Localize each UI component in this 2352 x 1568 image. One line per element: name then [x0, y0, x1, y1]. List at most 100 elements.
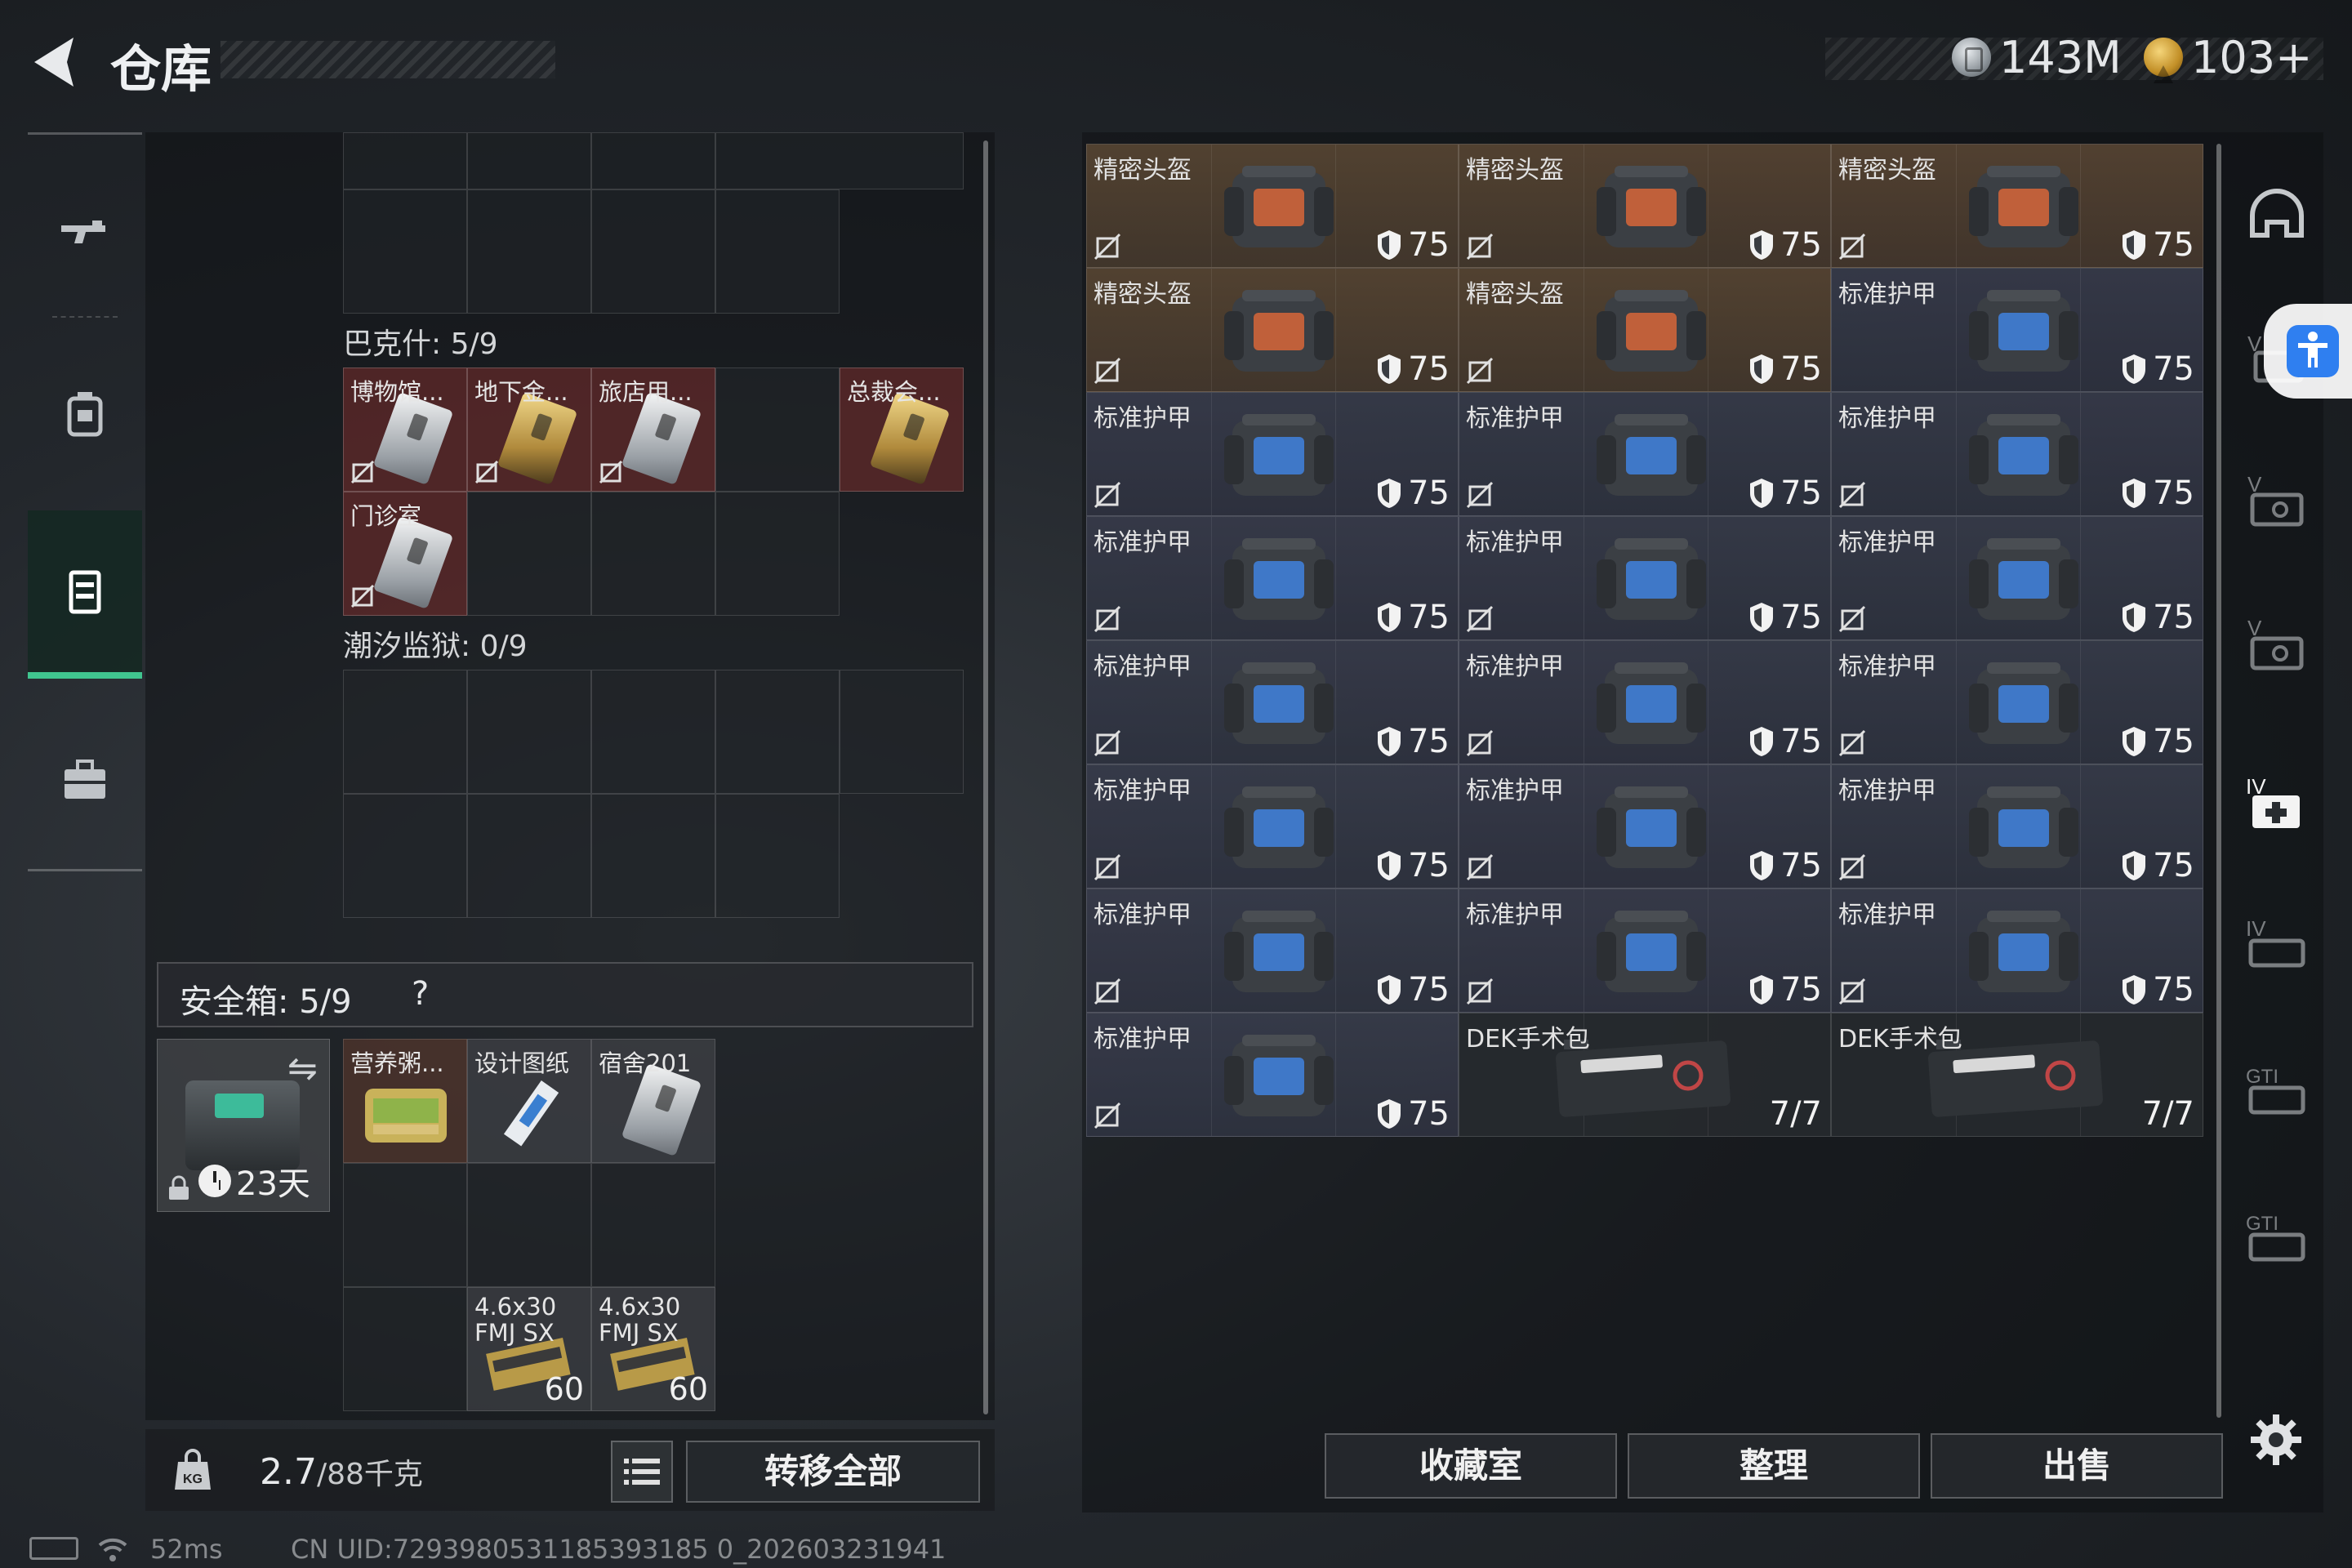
storage-cell[interactable] [591, 492, 715, 616]
armor-filter-icon[interactable]: V [2244, 467, 2310, 532]
inventory-item-armor[interactable]: 标准护甲 75 [1831, 889, 2203, 1013]
storage-cell[interactable] [343, 794, 467, 918]
key-item-clinic[interactable]: 门诊室 [343, 492, 467, 616]
storage-scrollbar[interactable] [983, 140, 988, 1414]
inventory-item-armor[interactable]: 标准护甲 75 [1459, 764, 1831, 889]
item-name: 标准护甲 [1838, 653, 1936, 681]
storage-cell[interactable] [715, 189, 840, 314]
nav-equipment[interactable] [28, 332, 142, 496]
inventory-item-armor[interactable]: 标准护甲 75 [1831, 392, 2203, 516]
storage-cell[interactable] [467, 189, 591, 314]
storage-cell[interactable] [467, 492, 591, 616]
organize-button[interactable]: 整理 [1628, 1433, 1920, 1499]
medkit-iv-filter-icon[interactable]: IV [2244, 769, 2310, 835]
inventory-item-helmet[interactable]: 精密头盔 75 [1459, 268, 1831, 392]
item-quantity: 60 [668, 1371, 708, 1407]
storage-cell[interactable] [343, 1287, 467, 1411]
inventory-item-armor[interactable]: 标准护甲 75 [1831, 764, 2203, 889]
armor-vest-icon [1954, 904, 2093, 1000]
key-item-hotel[interactable]: 旅店用... [591, 368, 715, 492]
storage-cell[interactable] [715, 368, 840, 492]
inventory-item-armor[interactable]: 标准护甲 75 [1459, 392, 1831, 516]
storage-cell[interactable] [591, 132, 715, 189]
shield-icon [1375, 1098, 1403, 1130]
nav-weapons[interactable] [28, 151, 142, 314]
storage-cell[interactable] [343, 1163, 467, 1287]
silver-currency[interactable]: 143M [1952, 31, 2122, 83]
back-arrow-icon[interactable] [24, 29, 90, 95]
storage-cell[interactable] [467, 670, 591, 794]
inventory-item-medkit[interactable]: DEK手术包 7/7 [1459, 1013, 1831, 1137]
safe-box-help-button[interactable]: ? [412, 975, 429, 1013]
gear-icon[interactable] [2247, 1411, 2305, 1468]
inventory-item-armor[interactable]: 标准护甲 75 [1086, 392, 1459, 516]
nav-storage[interactable] [28, 510, 142, 679]
inventory-item-armor[interactable]: 标准护甲 75 [1086, 516, 1459, 640]
inventory-item-helmet[interactable]: 精密头盔 75 [1831, 144, 2203, 268]
safe-item-ammo[interactable]: 4.6x30 FMJ SX 60 [467, 1287, 591, 1411]
storage-cell[interactable] [715, 132, 964, 189]
safe-item-porridge[interactable]: 营养粥... [343, 1039, 467, 1163]
armor-gti-filter-icon[interactable]: GTI [2244, 1058, 2310, 1124]
item-durability: 75 [1375, 971, 1450, 1009]
helmet-icon [1582, 283, 1721, 380]
collection-room-button[interactable]: 收藏室 [1325, 1433, 1617, 1499]
storage-cell[interactable] [467, 1163, 591, 1287]
storage-cell[interactable] [591, 670, 715, 794]
inventory-item-armor[interactable]: 标准护甲 75 [1086, 640, 1459, 764]
list-view-button[interactable] [611, 1441, 673, 1503]
inventory-item-helmet[interactable]: 精密头盔 75 [1086, 268, 1459, 392]
safe-item-blueprint[interactable]: 设计图纸 [467, 1039, 591, 1163]
key-item-ceo[interactable]: 总裁会... [840, 368, 964, 492]
item-name: 标准护甲 [1094, 1025, 1192, 1054]
sell-button[interactable]: 出售 [1931, 1433, 2223, 1499]
storage-cell[interactable] [467, 794, 591, 918]
inventory-item-helmet[interactable]: 精密头盔 75 [1459, 144, 1831, 268]
durability-value: 75 [1780, 226, 1822, 264]
storage-cell[interactable] [715, 492, 840, 616]
storage-cell[interactable] [343, 189, 467, 314]
storage-cell[interactable] [715, 670, 840, 794]
storage-cell[interactable] [840, 670, 964, 794]
uses-value: 7/7 [1769, 1095, 1822, 1133]
safe-box-container[interactable]: ⇋ 23天 [157, 1039, 330, 1212]
swap-icon[interactable]: ⇋ [287, 1048, 318, 1089]
silver-amount: 143M [1999, 31, 2122, 83]
storage-cell[interactable] [715, 794, 840, 918]
inventory-item-armor[interactable]: 标准护甲 75 [1086, 1013, 1459, 1137]
key-item-underground[interactable]: 地下金... [467, 368, 591, 492]
nav-case[interactable] [28, 698, 142, 862]
inventory-item-armor[interactable]: 标准护甲 75 [1459, 516, 1831, 640]
helmet-v2-filter-icon[interactable]: V [2244, 611, 2310, 676]
storage-cell[interactable] [591, 1163, 715, 1287]
shield-icon [1375, 353, 1403, 385]
accessibility-button[interactable] [2264, 304, 2352, 399]
transfer-all-button[interactable]: 转移全部 [686, 1441, 980, 1503]
item-durability: 75 [1375, 847, 1450, 884]
shield-icon [2120, 849, 2148, 882]
armor-iv-filter-icon[interactable]: IV [2244, 911, 2310, 977]
storage-cell[interactable] [467, 132, 591, 189]
inventory-item-helmet[interactable]: 精密头盔 75 [1086, 144, 1459, 268]
storage-cell[interactable] [591, 794, 715, 918]
inventory-item-armor[interactable]: 标准护甲 75 [1831, 516, 2203, 640]
storage-cell[interactable] [591, 189, 715, 314]
storage-cell[interactable] [343, 132, 467, 189]
inventory-item-armor[interactable]: 标准护甲 75 [1086, 764, 1459, 889]
inventory-item-armor[interactable]: 标准护甲 75 [1459, 640, 1831, 764]
storage-cell[interactable] [343, 670, 467, 794]
inventory-item-armor[interactable]: 标准护甲 75 [1086, 889, 1459, 1013]
inventory-item-armor[interactable]: 标准护甲 75 [1831, 640, 2203, 764]
safe-item-ammo[interactable]: 4.6x30 FMJ SX 60 [591, 1287, 715, 1411]
user-uid: CN UID:7293980531185393185 0_20260323194… [291, 1534, 947, 1565]
durability-value: 75 [1408, 474, 1450, 512]
inventory-item-medkit[interactable]: DEK手术包 7/7 [1831, 1013, 2203, 1137]
inventory-item-armor[interactable]: 标准护甲 75 [1831, 268, 2203, 392]
safe-item-dorm201[interactable]: 宿舍201 [591, 1039, 715, 1163]
gold-currency[interactable]: 103+ [2144, 31, 2312, 83]
inventory-item-armor[interactable]: 标准护甲 75 [1459, 889, 1831, 1013]
inventory-scrollbar[interactable] [2216, 144, 2221, 1418]
key-item-museum[interactable]: 博物馆... [343, 368, 467, 492]
helmet-filter-icon[interactable] [2244, 186, 2310, 252]
armor-gti2-filter-icon[interactable]: GTI [2244, 1205, 2310, 1271]
